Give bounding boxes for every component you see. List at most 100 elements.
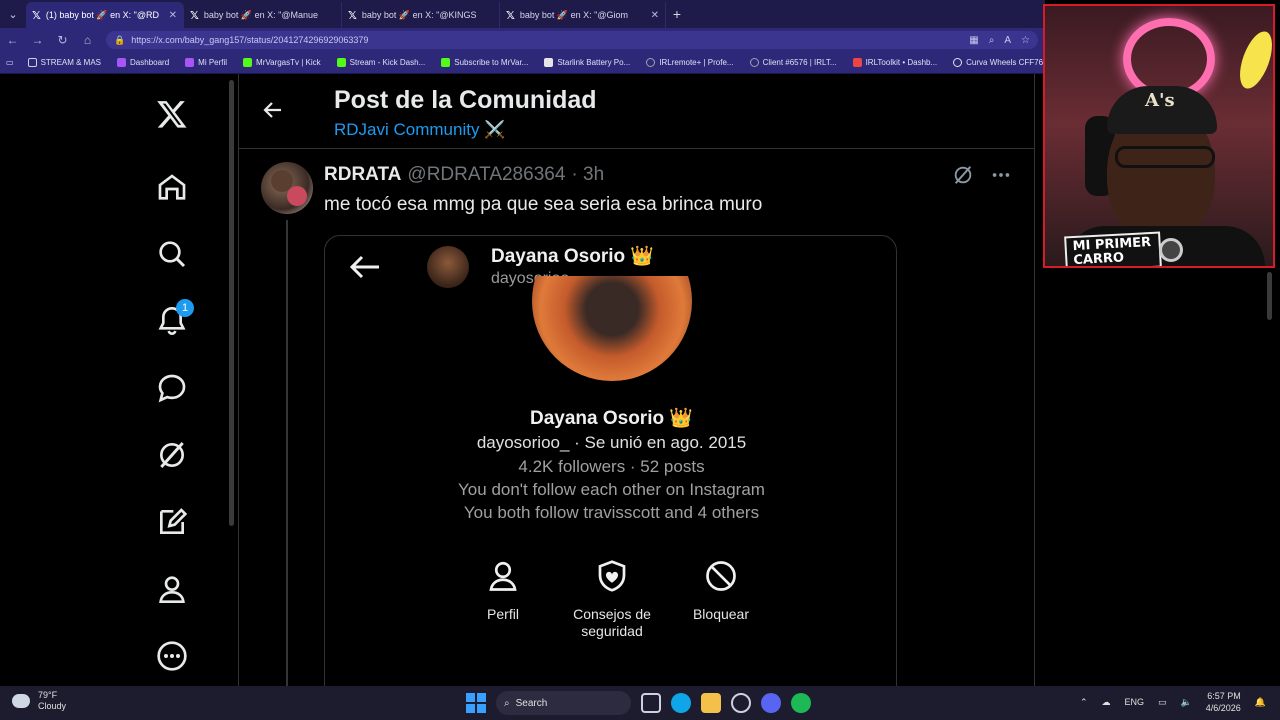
page-scrollbar[interactable] <box>1266 272 1274 678</box>
browser-tab-4[interactable]: 𝕏 baby bot 🚀 en X: "@Giom ✕ <box>500 2 666 28</box>
file-explorer-icon[interactable] <box>701 693 721 713</box>
back-button[interactable]: ← <box>0 33 25 47</box>
twitch-icon <box>117 58 127 67</box>
profile-display-name: Dayana Osorio 👑 <box>529 408 694 429</box>
profile-joined: dayosorioo_ · Se unió en ago. 2015 <box>476 433 747 452</box>
wheel-icon <box>1159 238 1183 262</box>
network-icon[interactable]: ▭ <box>1158 697 1167 708</box>
avatar <box>427 246 469 288</box>
taskbar-search[interactable]: ⌕ Search <box>496 691 631 715</box>
header-divider <box>239 148 1034 149</box>
reload-button[interactable]: ↻ <box>50 33 75 47</box>
bookmark-item[interactable]: Subscribe to MrVar... <box>433 58 536 67</box>
x-favicon-icon: 𝕏 <box>32 9 41 22</box>
scrollbar-thumb[interactable] <box>1267 272 1272 320</box>
home-button[interactable]: ⌂ <box>75 33 100 47</box>
bookmark-item[interactable]: IRLToolkit • Dashb... <box>845 58 946 67</box>
more-options-icon[interactable] <box>154 638 190 674</box>
post-author-row: RDRATA @RDRATA286364 · 3h <box>324 164 604 186</box>
browser-tab-1[interactable]: 𝕏 (1) baby bot 🚀 en X: "@RD ✕ <box>26 2 184 28</box>
weather-widget[interactable]: 79°F Cloudy <box>12 690 66 712</box>
back-arrow-icon[interactable] <box>261 98 285 122</box>
bookmark-item[interactable]: Stream - Kick Dash... <box>329 58 434 67</box>
clock[interactable]: 6:57 PM 4/6/2026 <box>1206 690 1241 714</box>
block-icon <box>706 561 736 591</box>
tab-list-button[interactable]: ⌄ <box>0 0 26 28</box>
search-icon: ⌕ <box>504 697 510 709</box>
app-icon[interactable] <box>731 693 751 713</box>
notifications-bell-icon[interactable]: 1 <box>154 299 194 339</box>
globe-icon <box>646 58 656 67</box>
grok-icon[interactable] <box>952 164 974 186</box>
bookmark-item[interactable]: STREAM & MAS <box>20 58 109 67</box>
author-name[interactable]: RDRATA <box>324 164 401 186</box>
forward-button[interactable]: → <box>25 33 50 47</box>
bookmarks-bar: ▭ STREAM & MAS Dashboard Mi Perfil MrVar… <box>0 52 1045 74</box>
clock-time: 6:57 PM <box>1207 691 1241 701</box>
messages-icon[interactable] <box>154 370 190 406</box>
person-icon <box>489 561 517 591</box>
windows-start-icon[interactable] <box>466 693 486 713</box>
avatar[interactable] <box>261 162 313 214</box>
community-link[interactable]: RDJavi Community ⚔️ <box>334 120 505 140</box>
clock-date: 4/6/2026 <box>1205 703 1241 713</box>
tab-close-icon[interactable]: ✕ <box>651 10 659 21</box>
volume-icon[interactable]: 🔈 <box>1181 697 1192 708</box>
favorite-star-icon[interactable]: ☆ <box>1021 35 1030 46</box>
notification-icon[interactable]: 🔔 <box>1255 697 1266 708</box>
bookmark-item[interactable]: IRLremote+ | Profe... <box>638 58 741 67</box>
bookmark-sidebar-icon[interactable]: ▭ <box>0 58 20 67</box>
spotify-icon[interactable] <box>791 693 811 713</box>
action-label: Perfil <box>487 606 519 622</box>
chevron-up-icon[interactable]: ⌃ <box>1080 697 1088 708</box>
bookmark-item[interactable]: Dashboard <box>109 58 177 67</box>
tab-close-icon[interactable]: ✕ <box>169 10 177 21</box>
onedrive-icon[interactable]: ☁ <box>1101 697 1110 708</box>
profile-action: Perfil <box>448 558 558 623</box>
kick-icon <box>336 58 346 67</box>
author-handle[interactable]: @RDRATA286364 <box>407 164 565 186</box>
language-indicator[interactable]: ENG <box>1124 697 1144 707</box>
tab-title: baby bot 🚀 en X: "@Giom <box>519 9 628 20</box>
zoom-icon[interactable]: ⌕ <box>989 35 995 46</box>
nav-scrollbar[interactable] <box>229 80 234 526</box>
kick-icon <box>441 58 451 67</box>
profile-photo <box>532 276 692 381</box>
browser-tab-2[interactable]: 𝕏 baby bot 🚀 en X: "@Manue <box>184 2 342 28</box>
taskbar-apps: ⌕ Search <box>466 691 811 715</box>
browser-tab-bar: ⌄ 𝕏 (1) baby bot 🚀 en X: "@RD ✕ 𝕏 baby b… <box>0 0 1045 28</box>
safety-tips-action: Consejos de seguridad <box>557 558 667 640</box>
main-timeline: Post de la Comunidad RDJavi Community ⚔️… <box>238 74 1035 686</box>
bookmark-item[interactable]: MrVargasTv | Kick <box>235 58 329 67</box>
bookmark-item[interactable]: Client #6576 | IRLT... <box>742 58 845 67</box>
folder-icon <box>27 58 37 67</box>
bookmark-item[interactable]: Starlink Battery Po... <box>536 58 638 67</box>
discord-icon[interactable] <box>761 693 781 713</box>
home-icon[interactable] <box>154 169 190 205</box>
browser-tab-3[interactable]: 𝕏 baby bot 🚀 en X: "@KINGS <box>342 2 500 28</box>
bookmark-item[interactable]: Curva Wheels CFF76 <box>945 58 1051 67</box>
action-label: Consejos de seguridad <box>573 606 651 639</box>
webcam-overlay: A's MI PRIMER CARRO <box>1043 4 1275 268</box>
cap-logo: A's <box>1145 90 1175 111</box>
search-icon[interactable] <box>154 236 190 272</box>
compose-icon[interactable] <box>154 504 190 540</box>
task-view-icon[interactable] <box>641 693 661 713</box>
address-bar[interactable]: 🔒 https://x.com/baby_gang157/status/2041… <box>106 31 1038 49</box>
banana-decoration <box>1233 27 1273 93</box>
more-dots-icon[interactable] <box>990 164 1012 186</box>
post-media[interactable]: Dayana Osorio 👑 dayosorioo_ Dayana Osori… <box>324 235 897 686</box>
bookmark-item[interactable]: Mi Perfil <box>177 58 235 67</box>
new-tab-button[interactable]: + <box>666 6 688 22</box>
x-side-nav: 1 <box>0 74 236 686</box>
edge-icon[interactable] <box>671 693 691 713</box>
mi-primer-carro-sticker: MI PRIMER CARRO <box>1064 231 1162 266</box>
post-time[interactable]: · 3h <box>571 164 604 186</box>
apps-icon[interactable]: ▦ <box>969 35 978 46</box>
block-action: Bloquear <box>666 558 776 623</box>
x-logo-icon[interactable] <box>154 96 190 132</box>
read-aloud-icon[interactable]: A <box>1004 35 1011 46</box>
globe-icon <box>749 58 759 67</box>
profile-icon[interactable] <box>154 571 190 607</box>
grok-icon[interactable] <box>154 437 190 473</box>
